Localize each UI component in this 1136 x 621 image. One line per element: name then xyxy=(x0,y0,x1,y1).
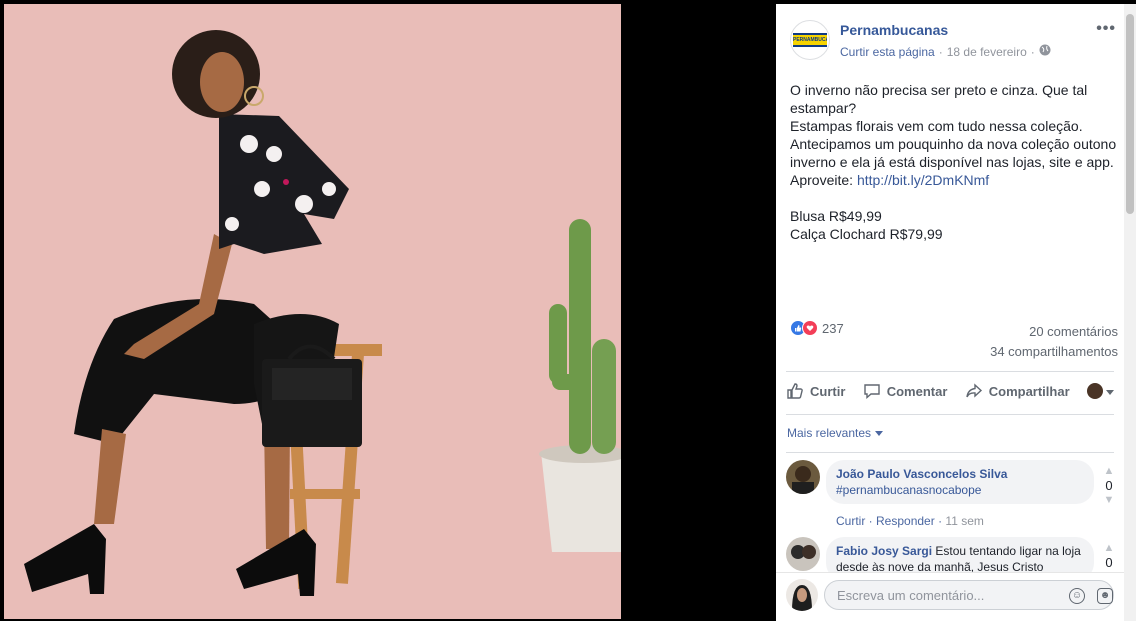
globe-icon xyxy=(1039,44,1051,59)
shares-count[interactable]: 34 compartilhamentos xyxy=(990,342,1118,362)
page-avatar[interactable]: PERNAMBUCANAS xyxy=(790,20,830,60)
caret-down-icon xyxy=(1105,384,1114,399)
comment-bubble: João Paulo Vasconcelos Silva #pernambuca… xyxy=(826,460,1094,504)
upvote-icon[interactable]: ▲ xyxy=(1102,464,1116,478)
post-text-line: Antecipamos um pouquinho da nova coleção… xyxy=(790,136,1117,152)
post-text-line: Aproveite: http://bit.ly/2DmKNmf xyxy=(790,171,1120,189)
vote-count: 0 xyxy=(1105,555,1113,570)
vote-count: 0 xyxy=(1105,478,1113,493)
comment-composer: Escreva um comentário... ☺ ☻ xyxy=(776,572,1124,621)
comment-reply-link[interactable]: Responder xyxy=(876,514,935,528)
avatar[interactable] xyxy=(786,537,820,571)
share-button-label: Compartilhar xyxy=(988,383,1070,399)
post-panel: PERNAMBUCANAS Pernambucanas Curtir esta … xyxy=(776,4,1124,621)
aproveite-label: Aproveite: xyxy=(790,172,857,188)
comment-button[interactable]: Comentar xyxy=(863,382,948,400)
upvote-icon[interactable]: ▲ xyxy=(1102,541,1116,555)
photo-viewer: PERNAMBUCANAS Pernambucanas Curtir esta … xyxy=(0,0,1136,621)
scrollbar-thumb[interactable] xyxy=(1126,14,1134,214)
comment-sort-dropdown[interactable]: Mais relevantes xyxy=(787,426,884,440)
avatar xyxy=(786,579,818,611)
comment-sort-label: Mais relevantes xyxy=(787,426,872,440)
post-text-line: O inverno não precisa ser preto e cinza.… xyxy=(790,82,1088,98)
photo-illustration xyxy=(4,4,621,619)
price-line: Calça Clochard R$79,99 xyxy=(790,226,943,242)
comment-icon xyxy=(863,382,881,400)
comment-author[interactable]: João Paulo Vasconcelos Silva xyxy=(836,467,1007,481)
reaction-as-selector[interactable] xyxy=(1086,383,1114,399)
reactions-summary[interactable]: 237 xyxy=(790,320,844,336)
comment-vote: ▲ 0 ▼ xyxy=(1102,464,1116,507)
action-bar: Curtir Comentar Compartilhar xyxy=(786,380,1114,402)
comments-count[interactable]: 20 comentários xyxy=(990,322,1118,342)
engagement-counts: 20 comentários 34 compartilhamentos xyxy=(990,322,1118,362)
more-options-icon[interactable]: ••• xyxy=(1096,20,1116,38)
share-button[interactable]: Compartilhar xyxy=(965,382,1070,400)
divider xyxy=(786,371,1114,372)
like-button[interactable]: Curtir xyxy=(786,382,845,400)
like-button-label: Curtir xyxy=(810,383,846,399)
post-text-line: inverno e ela já está disponível nas loj… xyxy=(790,154,1114,170)
page-logo: PERNAMBUCANAS xyxy=(793,33,827,47)
divider xyxy=(786,452,1114,453)
downvote-icon[interactable]: ▼ xyxy=(1102,493,1116,507)
comment-meta: Curtir · Responder · 11 sem xyxy=(836,514,984,528)
love-icon xyxy=(802,320,818,336)
like-page-link[interactable]: Curtir esta página xyxy=(840,45,935,59)
post-message: O inverno não precisa ser preto e cinza.… xyxy=(790,81,1120,243)
post-link[interactable]: http://bit.ly/2DmKNmf xyxy=(857,172,989,188)
share-icon xyxy=(965,382,983,400)
avatar xyxy=(1086,383,1103,399)
meta-separator: · xyxy=(1030,44,1035,59)
price-line: Blusa R$49,99 xyxy=(790,208,882,224)
panel-scrollbar[interactable] xyxy=(1124,4,1136,621)
post-text-line: estampar? xyxy=(790,100,857,116)
post-text-line: Estampas florais vem com tudo nessa cole… xyxy=(790,118,1083,134)
sticker-icon[interactable]: ☻ xyxy=(1097,588,1113,604)
comment-like-link[interactable]: Curtir xyxy=(836,514,865,528)
avatar[interactable] xyxy=(786,460,820,494)
post-date[interactable]: 18 de fevereiro xyxy=(947,45,1027,59)
meta-separator: · xyxy=(938,44,943,59)
comment-time[interactable]: 11 sem xyxy=(945,514,983,528)
post-meta: Curtir esta página · 18 de fevereiro · xyxy=(840,44,1051,59)
reaction-count: 237 xyxy=(822,320,844,336)
comment-hashtag[interactable]: #pernambucanasnocabope xyxy=(836,482,1084,498)
emoji-icon[interactable]: ☺ xyxy=(1069,588,1085,604)
caret-down-icon xyxy=(875,426,884,440)
post-photo[interactable] xyxy=(4,4,621,619)
comment-author[interactable]: Fabio Josy Sargi xyxy=(836,544,932,558)
thumbs-up-icon xyxy=(786,382,804,400)
divider xyxy=(786,414,1114,415)
comment-vote: ▲ 0 xyxy=(1102,541,1116,570)
comment-button-label: Comentar xyxy=(886,383,948,399)
page-name-link[interactable]: Pernambucanas xyxy=(840,22,948,38)
